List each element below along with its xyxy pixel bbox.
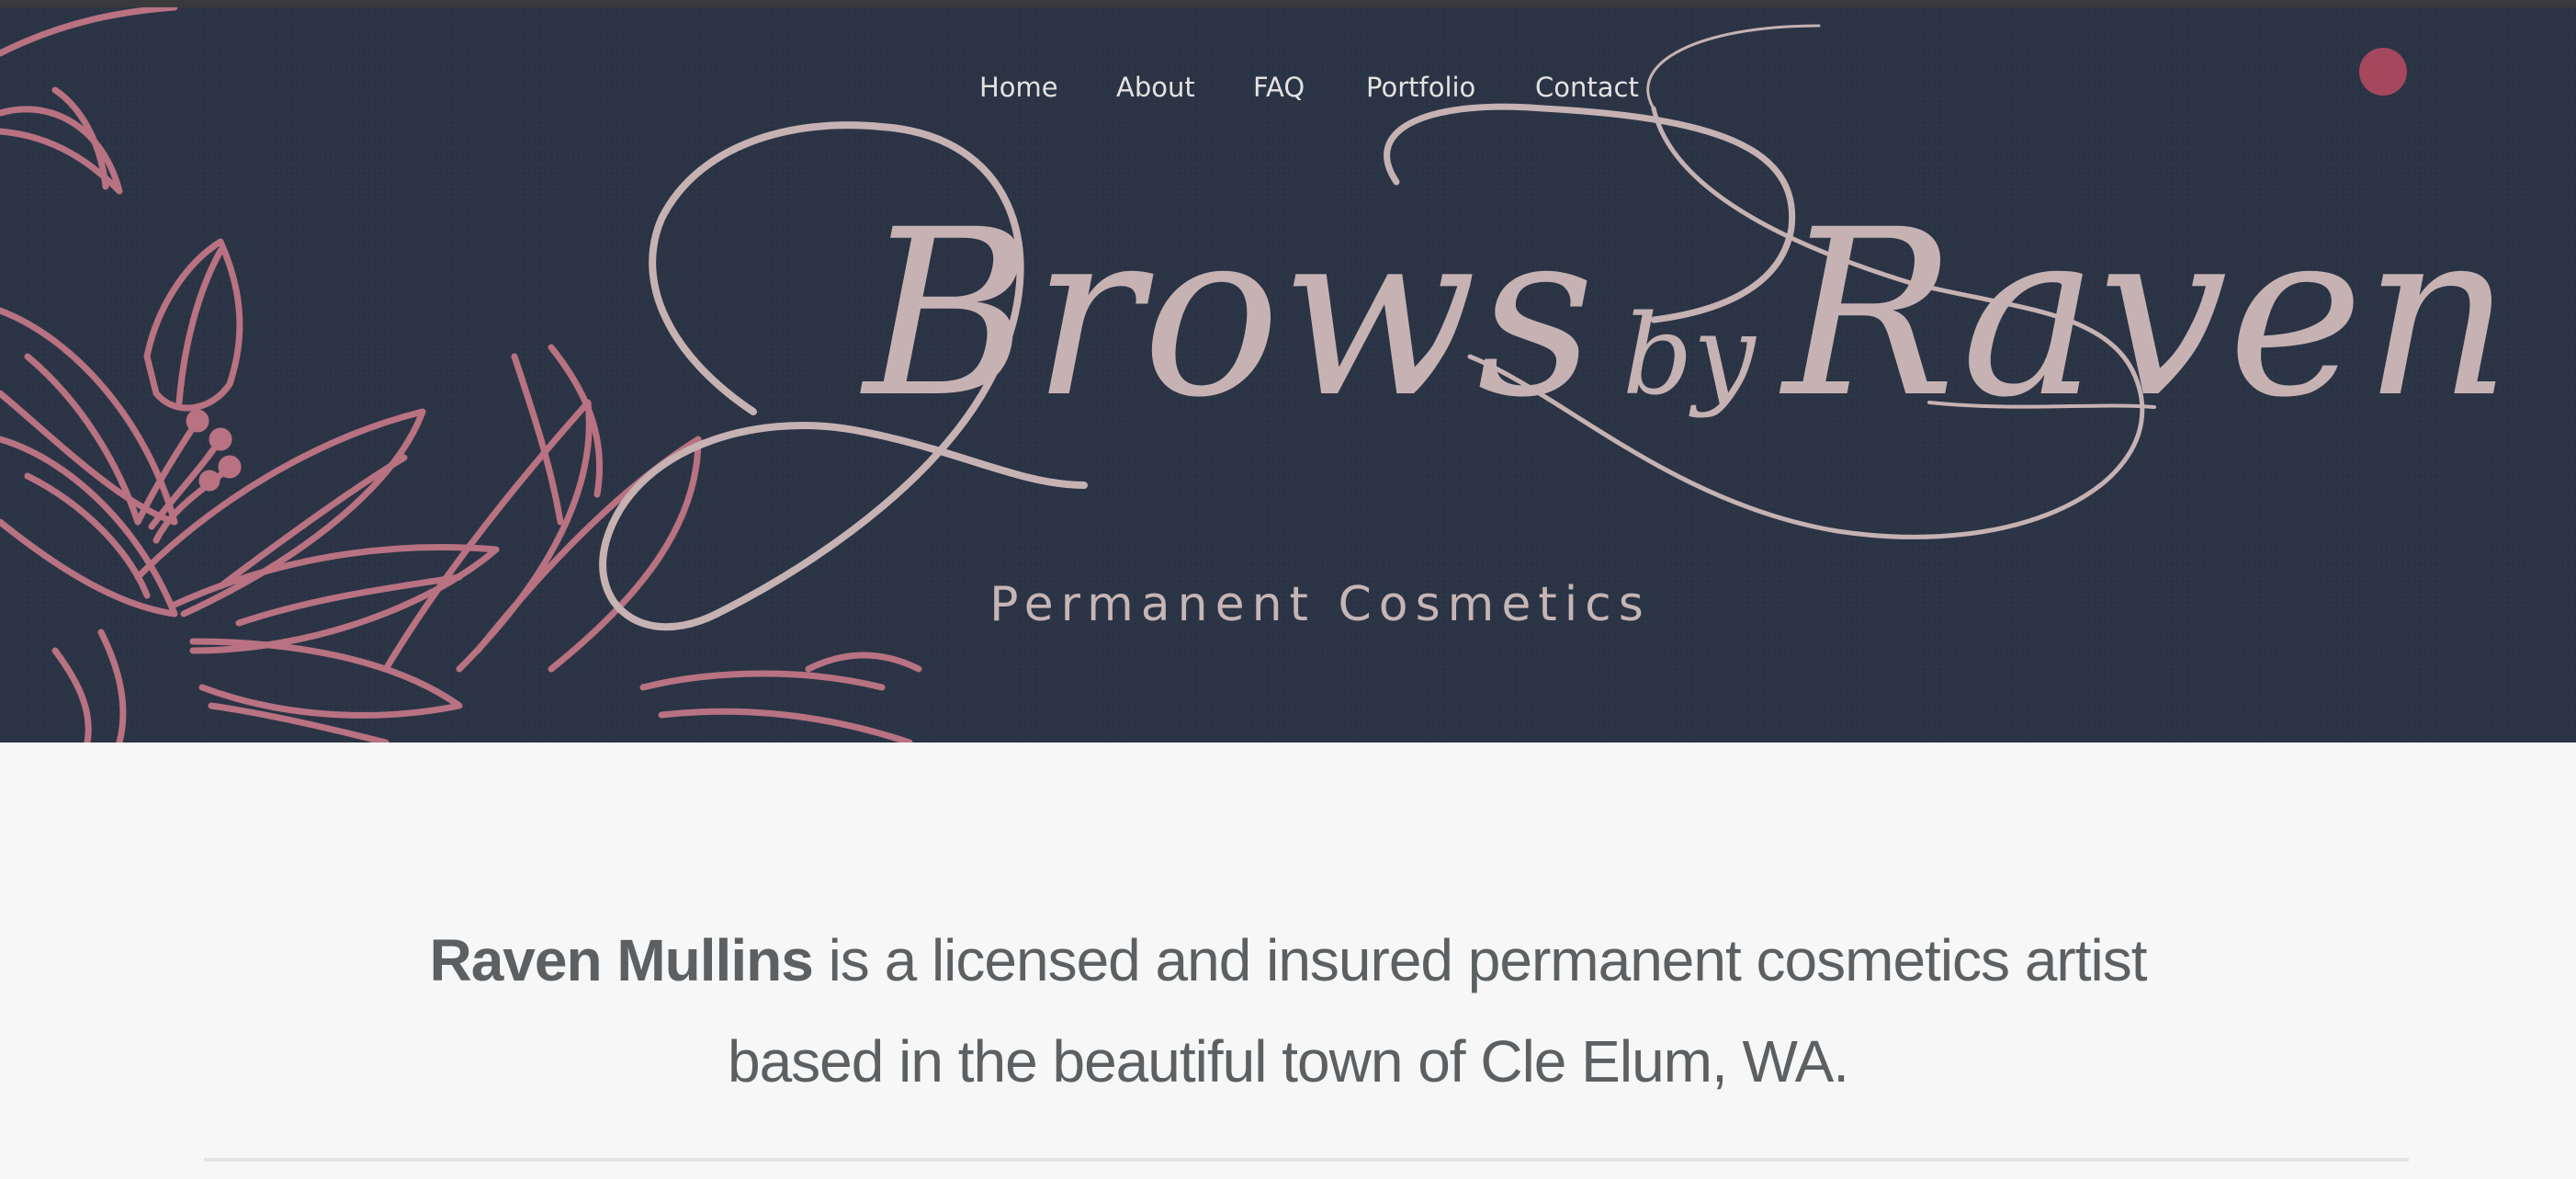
logo-word-by: by: [1622, 292, 1757, 420]
intro-line-1: Raven Mullins is a licensed and insured …: [0, 910, 2576, 1011]
intro-line-1-text: is a licensed and insured permanent cosm…: [812, 927, 2148, 993]
intro-line-2: based in the beautiful town of Cle Elum,…: [727, 1028, 1849, 1094]
logo-word-brows: Brows: [860, 180, 1595, 448]
browser-top-bar: [0, 0, 2576, 7]
brand-logo: Brows by Raven: [599, 24, 2512, 631]
section-divider: [204, 1158, 2409, 1162]
intro-statement: Raven Mullins is a licensed and insured …: [0, 910, 2576, 1112]
menu-dot-button[interactable]: [2359, 48, 2407, 96]
nav-contact[interactable]: Contact: [1535, 72, 1639, 103]
logo-text: Brows by Raven: [860, 180, 2512, 448]
nav-home[interactable]: Home: [979, 72, 1058, 103]
nav-portfolio[interactable]: Portfolio: [1366, 72, 1475, 103]
brand-tagline: Permanent Cosmetics: [989, 577, 1651, 632]
nav-about[interactable]: About: [1116, 72, 1195, 103]
logo-word-raven: Raven: [1779, 180, 2512, 448]
hero-banner: Brows by Raven Home About FAQ Portfolio Co…: [0, 7, 2576, 743]
artist-name: Raven Mullins: [429, 927, 813, 993]
nav-faq[interactable]: FAQ: [1253, 72, 1305, 103]
